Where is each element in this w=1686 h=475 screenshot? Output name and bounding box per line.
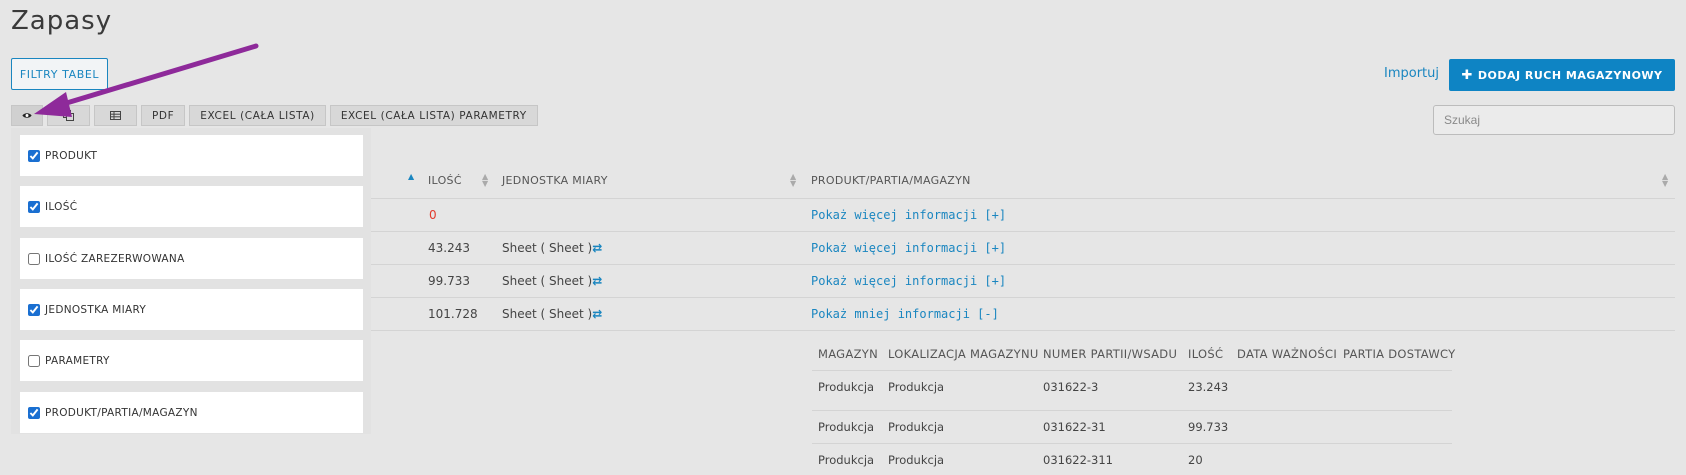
subheader-qty: ILOŚĆ (1188, 347, 1224, 361)
subheader-batch: NUMER PARTII/WSADU (1043, 347, 1178, 361)
subtable-cell-location: Produkcja (888, 453, 945, 467)
swap-icon[interactable]: ⇄ (592, 307, 602, 321)
plus-icon: ✚ (1461, 67, 1473, 83)
subtable-cell-warehouse: Produkcja (818, 453, 875, 467)
subtable-cell-location: Produkcja (888, 380, 945, 394)
subtable-cell-location: Produkcja (888, 420, 945, 434)
column-toggle-label: JEDNOSTKA MIARY (45, 303, 147, 316)
export-excel-params-button[interactable]: EXCEL (CAŁA LISTA) PARAMETRY (329, 105, 538, 126)
table-icon (110, 111, 121, 120)
sort-icon[interactable]: ▲ ▼ (482, 173, 488, 188)
column-toggle-unit[interactable]: JEDNOSTKA MIARY (20, 289, 363, 330)
table-toolbar: PDF EXCEL (CAŁA LISTA) EXCEL (CAŁA LISTA… (11, 105, 538, 126)
export-pdf-button[interactable]: PDF (141, 105, 186, 126)
page-title: Zapasy (11, 6, 113, 36)
row-divider (371, 198, 1675, 199)
eye-icon (22, 113, 32, 118)
table-cell-unit: Sheet ( Sheet )⇄ (502, 307, 602, 321)
row-divider (812, 443, 1452, 444)
table-cell-qty: 101.728 (428, 307, 478, 321)
column-toggle-product[interactable]: PRODUKT (20, 135, 363, 176)
subtable-cell-qty: 20 (1188, 453, 1203, 467)
copy-button[interactable] (47, 105, 90, 126)
swap-icon[interactable]: ⇄ (592, 274, 602, 288)
column-toggle-qty[interactable]: ILOŚĆ (20, 186, 363, 227)
table-filters-button[interactable]: FILTRY TABEL (11, 58, 108, 90)
column-toggle-product-batch-warehouse[interactable]: PRODUKT/PARTIA/MAGAZYN (20, 392, 363, 433)
more-info-link[interactable]: Pokaż więcej informacji [+] (811, 208, 1006, 222)
subtable-cell-qty: 23.243 (1188, 380, 1229, 394)
column-visibility-panel: PRODUKT ILOŚĆ ILOŚĆ ZAREZERWOWANA JEDNOS… (11, 128, 371, 434)
column-checkbox[interactable] (28, 354, 40, 367)
copy-icon (63, 110, 74, 121)
table-cell-unit: Sheet ( Sheet )⇄ (502, 241, 602, 255)
table-cell-qty: 0 (429, 208, 437, 222)
table-view-button[interactable] (94, 105, 137, 126)
table-cell-qty: 99.733 (428, 274, 470, 288)
table-cell-qty: 43.243 (428, 241, 470, 255)
subtable-cell-warehouse: Produkcja (818, 420, 875, 434)
row-divider (371, 264, 1675, 265)
row-divider (812, 370, 1452, 371)
column-toggle-reserved-qty[interactable]: ILOŚĆ ZAREZERWOWANA (20, 238, 363, 279)
subheader-expiry: DATA WAŻNOŚCI (1237, 347, 1338, 361)
unit-text: Sheet ( Sheet ) (502, 274, 593, 288)
export-excel-button[interactable]: EXCEL (CAŁA LISTA) (189, 105, 326, 126)
column-toggle-label: PRODUKT/PARTIA/MAGAZYN (45, 406, 198, 419)
column-checkbox[interactable] (28, 252, 40, 265)
subheader-location: LOKALIZACJA MAGAZYNU (888, 347, 1039, 361)
header-product-batch-warehouse[interactable]: PRODUKT/PARTIA/MAGAZYN (811, 174, 971, 187)
column-checkbox[interactable] (28, 406, 40, 419)
search-input[interactable] (1433, 105, 1675, 135)
import-link[interactable]: Importuj (1384, 66, 1439, 81)
column-toggle-label: ILOŚĆ (45, 200, 78, 213)
column-checkbox[interactable] (28, 149, 40, 162)
swap-icon[interactable]: ⇄ (592, 241, 602, 255)
column-checkbox[interactable] (28, 200, 40, 213)
subheader-supplier-batch: PARTIA DOSTAWCY (1343, 347, 1456, 361)
add-stock-movement-label: DODAJ RUCH MAGAZYNOWY (1477, 68, 1663, 82)
subtable-cell-qty: 99.733 (1188, 420, 1229, 434)
header-unit[interactable]: JEDNOSTKA MIARY (502, 174, 608, 187)
column-toggle-label: PARAMETRY (45, 354, 110, 367)
unit-text: Sheet ( Sheet ) (502, 307, 593, 321)
table-cell-unit: Sheet ( Sheet )⇄ (502, 274, 602, 288)
subtable-cell-batch: 031622-31 (1043, 420, 1106, 434)
more-info-link[interactable]: Pokaż więcej informacji [+] (811, 241, 1006, 255)
row-divider (371, 231, 1675, 232)
subtable-cell-batch: 031622-311 (1043, 453, 1113, 467)
sort-asc-icon[interactable]: ▲ (408, 173, 414, 181)
subheader-warehouse: MAGAZYN (818, 347, 878, 361)
sort-icon[interactable]: ▲ ▼ (1662, 173, 1668, 188)
row-divider (812, 410, 1452, 411)
column-toggle-label: ILOŚĆ ZAREZERWOWANA (45, 252, 185, 265)
unit-text: Sheet ( Sheet ) (502, 241, 593, 255)
add-stock-movement-button[interactable]: ✚ DODAJ RUCH MAGAZYNOWY (1449, 59, 1675, 91)
column-toggle-label: PRODUKT (45, 149, 98, 162)
row-divider (371, 297, 1675, 298)
column-visibility-button[interactable] (11, 105, 43, 126)
more-info-link[interactable]: Pokaż więcej informacji [+] (811, 274, 1006, 288)
column-toggle-parameters[interactable]: PARAMETRY (20, 340, 363, 381)
subtable-cell-batch: 031622-3 (1043, 380, 1099, 394)
column-checkbox[interactable] (28, 303, 40, 316)
subtable-cell-warehouse: Produkcja (818, 380, 875, 394)
less-info-link[interactable]: Pokaż mniej informacji [-] (811, 307, 999, 321)
row-divider (371, 330, 1675, 331)
header-qty[interactable]: ILOŚĆ (428, 174, 462, 187)
sort-icon[interactable]: ▲ ▼ (790, 173, 796, 188)
